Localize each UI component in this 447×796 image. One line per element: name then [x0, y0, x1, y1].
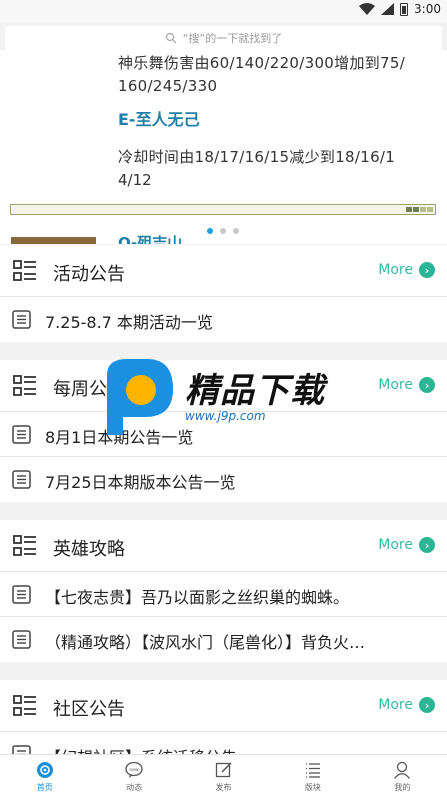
tab-home[interactable]: 首页	[0, 755, 89, 796]
more-button[interactable]: More ›	[378, 377, 435, 393]
list-icon	[305, 763, 320, 778]
chevron-right-icon: ›	[419, 377, 435, 393]
document-icon	[12, 585, 31, 604]
banner-desc-line2: 4/12	[118, 171, 152, 189]
more-label: More	[378, 262, 413, 278]
list-item[interactable]: 【幻想社区】系统迁移公告	[0, 732, 447, 754]
bottom-tab-bar: 首页 new 动态 发布 版块 我的	[0, 754, 447, 796]
list-icon	[13, 695, 36, 716]
tab-publish[interactable]: 发布	[179, 755, 268, 796]
list-item-title: 8月1日本期公告一览	[45, 428, 194, 447]
chevron-right-icon: ›	[419, 537, 435, 553]
section-header: 每周公告 More ›	[0, 360, 447, 412]
list-item[interactable]: （精通攻略）【波风水门（尾兽化）】背负火…	[0, 617, 447, 662]
section-community: 社区公告 More › 【幻想社区】系统迁移公告	[0, 680, 447, 754]
carousel-dot[interactable]	[220, 228, 226, 234]
section-hero-guides: 英雄攻略 More › 【七夜志贵】吾乃以面影之丝织巢的蜘蛛。 （精通攻略）【波风…	[0, 520, 447, 662]
banner-next-skill: Q-殂吉山	[118, 234, 183, 244]
chevron-right-icon: ›	[419, 262, 435, 278]
banner-text-line2: 160/245/330	[118, 77, 218, 95]
section-title: 活动公告	[53, 264, 125, 285]
section-header: 活动公告 More ›	[0, 245, 447, 297]
list-item-title: 【幻想社区】系统迁移公告	[45, 744, 435, 754]
tab-label: 我的	[394, 783, 411, 792]
tab-profile[interactable]: 我的	[358, 755, 447, 796]
document-icon	[12, 425, 31, 444]
status-icons: 3:00	[359, 2, 441, 16]
document-icon	[12, 745, 31, 754]
news-icon: new	[125, 761, 143, 778]
tab-news[interactable]: new 动态	[89, 755, 178, 796]
banner-text-line1: 神乐舞伤害由60/140/220/300增加到75/	[118, 54, 406, 72]
banner-carousel[interactable]: 神乐舞伤害由60/140/220/300增加到75/ 160/245/330 E…	[0, 50, 447, 244]
more-label: More	[378, 377, 413, 393]
list-item[interactable]: 7月25日本期版本公告一览	[0, 457, 447, 502]
section-header: 社区公告 More ›	[0, 680, 447, 732]
banner-skill-bar	[10, 204, 436, 215]
list-item-title: 7月25日本期版本公告一览	[45, 473, 236, 492]
section-title: 每周公告	[53, 379, 125, 400]
search-placeholder: “搜”的一下就找到了	[182, 32, 283, 45]
section-header: 英雄攻略 More ›	[0, 520, 447, 572]
banner-desc-line1: 冷却时间由18/17/16/15减少到18/16/1	[118, 148, 396, 166]
tab-label: 版块	[304, 783, 321, 792]
search-icon	[165, 32, 177, 44]
list-item-title: 7.25-8.7 本期活动一览	[45, 313, 213, 332]
document-icon	[12, 470, 31, 489]
list-icon	[13, 260, 36, 281]
section-title: 英雄攻略	[53, 539, 125, 560]
section-weekly: 每周公告 More › 8月1日本期公告一览 7月25日本期版本公告一览	[0, 360, 447, 502]
carousel-dot[interactable]	[207, 228, 213, 234]
banner-skill-thumbnail	[11, 237, 96, 244]
more-button[interactable]: More ›	[378, 537, 435, 553]
list-item-title: （精通攻略）【波风水门（尾兽化）】背负火…	[45, 633, 366, 652]
tab-label: 首页	[36, 783, 53, 792]
list-item[interactable]: 7.25-8.7 本期活动一览	[0, 297, 447, 342]
status-bar: 3:00	[0, 0, 447, 22]
wifi-icon	[359, 3, 376, 15]
more-button[interactable]: More ›	[378, 697, 435, 713]
list-icon	[13, 375, 36, 396]
document-icon	[12, 630, 31, 649]
status-time: 3:00	[414, 2, 441, 16]
section-title: 社区公告	[53, 699, 125, 720]
more-label: More	[378, 537, 413, 553]
more-label: More	[378, 697, 413, 713]
home-icon	[36, 762, 53, 778]
list-item[interactable]: 8月1日本期公告一览	[0, 412, 447, 457]
banner-skill-title: E-至人无己	[118, 110, 200, 129]
carousel-dots	[207, 228, 239, 234]
section-activity: 活动公告 More › 7.25-8.7 本期活动一览	[0, 245, 447, 342]
battery-icon	[400, 2, 409, 16]
tab-label: 动态	[126, 783, 143, 792]
tab-boards[interactable]: 版块	[268, 755, 357, 796]
tab-label: 发布	[215, 783, 232, 792]
signal-icon	[381, 3, 395, 15]
list-item-title: 【七夜志贵】吾乃以面影之丝织巢的蜘蛛。	[45, 588, 350, 607]
edit-icon	[215, 762, 232, 778]
svg-text:new: new	[129, 768, 139, 773]
more-button[interactable]: More ›	[378, 262, 435, 278]
list-item[interactable]: 【七夜志贵】吾乃以面影之丝织巢的蜘蛛。	[0, 572, 447, 617]
list-icon	[13, 535, 36, 556]
carousel-dot[interactable]	[233, 228, 239, 234]
document-icon	[12, 310, 31, 329]
chevron-right-icon: ›	[419, 697, 435, 713]
user-icon	[394, 761, 411, 779]
search-input[interactable]: “搜”的一下就找到了	[5, 26, 442, 50]
